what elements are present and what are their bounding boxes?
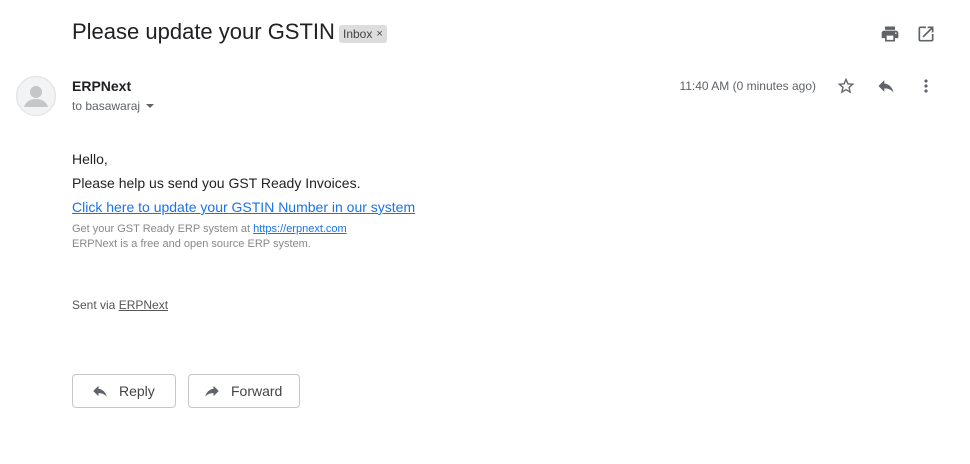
erpnext-url-link[interactable]: https://erpnext.com — [253, 223, 347, 235]
reply-icon[interactable] — [874, 74, 898, 98]
remove-label-icon[interactable]: × — [376, 28, 382, 40]
inbox-label-chip[interactable]: Inbox × — [339, 25, 387, 43]
sent-via-prefix: Sent via — [72, 298, 119, 312]
reply-arrow-icon — [91, 382, 109, 400]
update-gstin-link[interactable]: Click here to update your GSTIN Number i… — [72, 199, 415, 215]
reply-button[interactable]: Reply — [72, 374, 176, 408]
footer-line-1: Get your GST Ready ERP system at https:/… — [72, 223, 347, 235]
message-timestamp: 11:40 AM (0 minutes ago) — [679, 79, 816, 93]
email-subject: Please update your GSTIN — [72, 19, 335, 44]
forward-arrow-icon — [203, 382, 221, 400]
sender-avatar[interactable] — [16, 76, 56, 116]
reply-button-label: Reply — [119, 383, 155, 399]
body-line: Please help us send you GST Ready Invoic… — [72, 175, 361, 191]
sender-name[interactable]: ERPNext — [72, 78, 131, 94]
forward-button[interactable]: Forward — [188, 374, 300, 408]
greeting-text: Hello, — [72, 151, 108, 167]
recipient-text: to basawaraj — [72, 99, 141, 113]
footer-line-2: ERPNext is a free and open source ERP sy… — [72, 238, 311, 250]
recipient-line: to basawaraj — [72, 99, 155, 113]
open-in-new-window-icon[interactable] — [914, 22, 938, 46]
star-icon[interactable] — [834, 74, 858, 98]
print-icon[interactable] — [878, 22, 902, 46]
more-vert-icon[interactable] — [914, 74, 938, 98]
sent-via-erpnext-link[interactable]: ERPNext — [119, 298, 168, 312]
forward-button-label: Forward — [231, 383, 283, 399]
sent-via-line: Sent via ERPNext — [72, 298, 168, 312]
footer-prefix: Get your GST Ready ERP system at — [72, 223, 254, 235]
show-details-chevron-icon[interactable] — [146, 104, 155, 108]
inbox-label-text: Inbox — [343, 27, 373, 41]
